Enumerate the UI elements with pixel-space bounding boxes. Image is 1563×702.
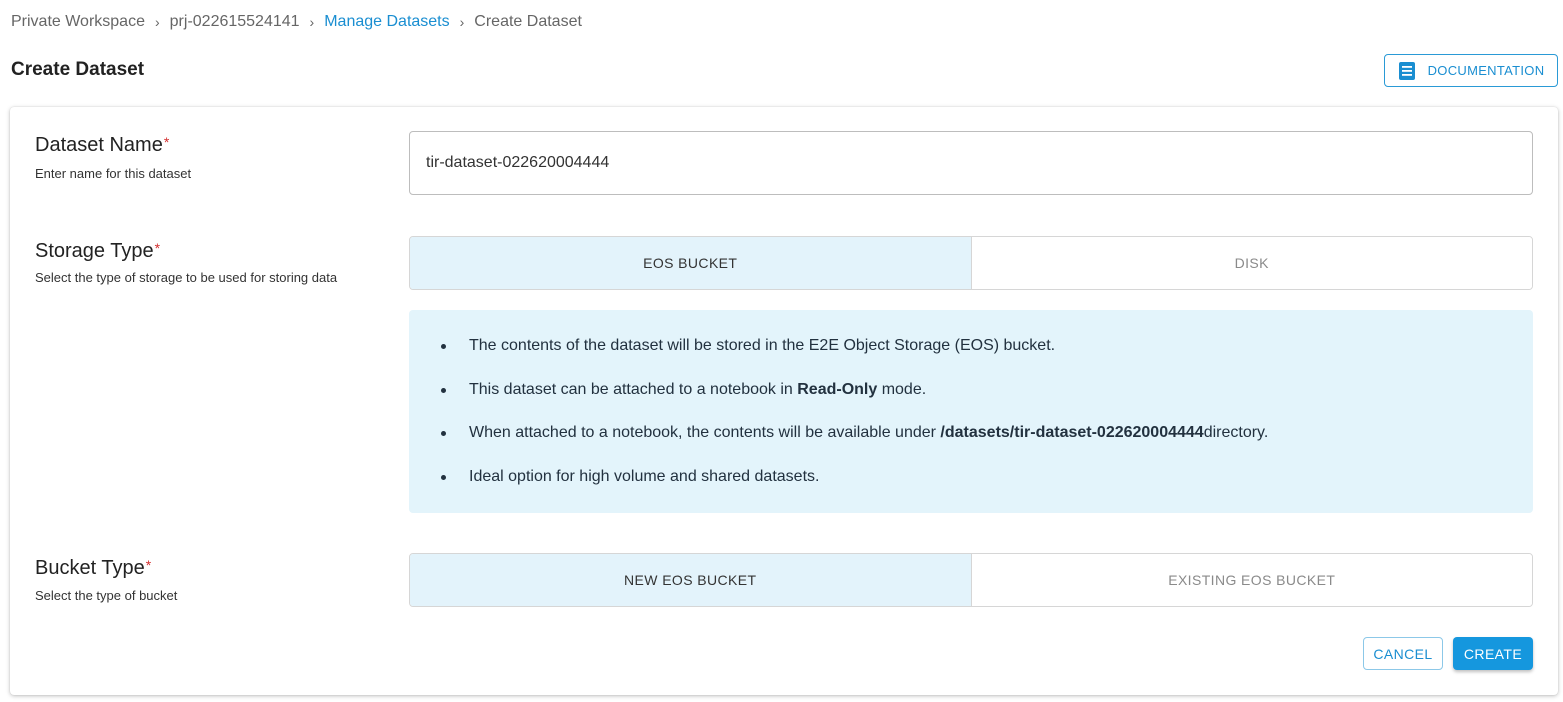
info-item: This dataset can be attached to a notebo… [441,376,1533,420]
bucket-option-new-eos[interactable]: NEW EOS BUCKET [410,554,972,606]
bucket-type-label: Bucket Type* [35,557,152,579]
create-button[interactable]: CREATE [1453,637,1533,670]
required-mark: * [163,134,170,150]
bucket-option-existing-eos[interactable]: EXISTING EOS BUCKET [971,554,1532,606]
storage-info-panel: The contents of the dataset will be stor… [409,310,1533,513]
storage-type-help: Select the type of storage to be used fo… [35,270,338,285]
breadcrumb-manage-datasets-link[interactable]: Manage Datasets [324,13,449,31]
required-mark: * [154,240,161,256]
required-mark: * [145,557,152,573]
breadcrumb-separator: › [154,14,160,30]
storage-option-eos-bucket[interactable]: EOS BUCKET [410,237,972,289]
storage-option-disk[interactable]: DISK [971,237,1532,289]
cancel-button[interactable]: CANCEL [1363,637,1443,670]
page-title: Create Dataset [11,59,145,80]
create-dataset-form: Dataset Name* Enter name for this datase… [10,107,1558,695]
info-item: Ideal option for high volume and shared … [441,463,1533,507]
breadcrumb-current-page: Create Dataset [474,13,582,30]
info-item: The contents of the dataset will be stor… [441,332,1533,376]
bucket-type-help: Select the type of bucket [35,588,178,603]
dataset-name-label: Dataset Name* [35,134,170,156]
documentation-label: DOCUMENTATION [1427,63,1545,78]
breadcrumb-separator: › [309,14,315,30]
breadcrumb-workspace[interactable]: Private Workspace [11,13,145,31]
dataset-name-input[interactable] [409,131,1533,195]
documentation-button[interactable]: DOCUMENTATION [1384,54,1558,87]
breadcrumb-project[interactable]: prj-022615524141 [170,13,300,31]
dataset-name-help: Enter name for this dataset [35,166,192,181]
document-icon [1398,61,1416,80]
storage-type-toggle: EOS BUCKET DISK [409,236,1533,290]
breadcrumb-separator: › [459,14,465,30]
info-item: When attached to a notebook, the content… [441,419,1533,463]
storage-type-label: Storage Type* [35,240,161,262]
breadcrumb: Private Workspace › prj-022615524141 › M… [11,13,582,31]
bucket-type-toggle: NEW EOS BUCKET EXISTING EOS BUCKET [409,553,1533,607]
